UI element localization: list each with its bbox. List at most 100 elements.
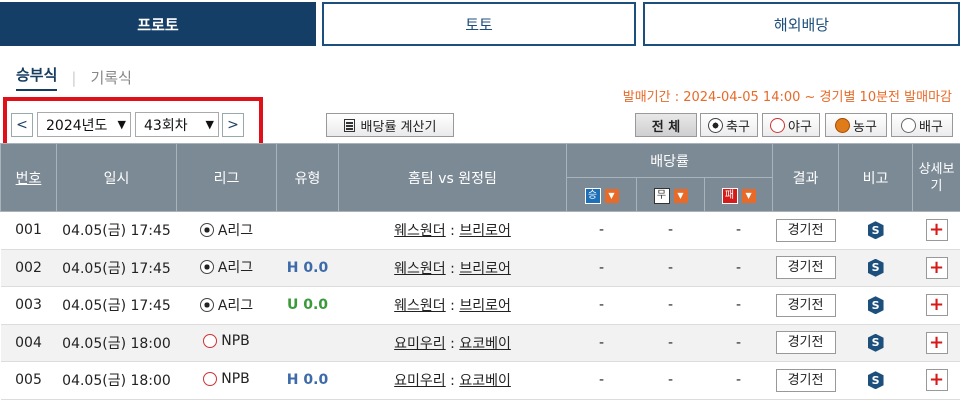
cell-odds-lose: - (704, 286, 773, 325)
filter-soccer-label: 축구 (726, 119, 750, 135)
subtab-divider: | (71, 68, 77, 87)
cell-odds-win: - (566, 211, 637, 250)
filter-volleyball-label: 배구 (919, 119, 943, 135)
away-team-link[interactable]: 브리로어 (459, 261, 511, 277)
year-select[interactable]: 2024년도 ▼ (37, 112, 131, 137)
cell-odds-draw: - (636, 286, 705, 325)
header-odds-lose[interactable]: 패 ▼ (703, 177, 774, 212)
cell-result: 경기전 (772, 286, 839, 325)
table-row: 002 04.05(금) 17:45 A리그 H 0.0 웨스원더 : 브리로어 - - - 경… (0, 249, 960, 287)
header-odds-draw[interactable]: 무 ▼ (636, 177, 705, 212)
result-button[interactable]: 경기전 (775, 218, 836, 242)
header-league: 리그 (176, 143, 277, 212)
league-name: A리그 (217, 297, 254, 314)
cell-odds-lose: - (704, 211, 773, 250)
win-label: 승 (584, 187, 601, 204)
filter-baseball-label: 야구 (788, 119, 812, 135)
cell-number: 002 (0, 249, 57, 287)
cell-match: 요미우리 : 요코베이 (338, 324, 567, 362)
away-team-link[interactable]: 브리로어 (459, 298, 511, 314)
tab-proto[interactable]: 프로토 (0, 2, 316, 46)
cell-type (276, 211, 339, 250)
detail-plus-button[interactable]: + (925, 369, 948, 392)
sort-down-icon: ▼ (673, 188, 688, 203)
cell-type: H 0.0 (276, 361, 339, 400)
away-team-link[interactable]: 요코베이 (459, 336, 511, 352)
s-badge-icon[interactable]: S (867, 221, 884, 240)
cell-number: 001 (0, 211, 57, 250)
cell-time: 04.05(금) 17:45 (56, 211, 177, 250)
cell-note: S (838, 324, 913, 362)
cell-detail: + (912, 361, 960, 400)
s-badge-icon[interactable]: S (867, 258, 884, 277)
league-name: NPB (221, 370, 250, 387)
filter-soccer-button[interactable]: 축구 (700, 113, 758, 137)
cell-odds-win: - (566, 286, 637, 325)
cell-league: NPB (176, 361, 277, 400)
filter-volleyball-button[interactable]: 배구 (891, 113, 953, 137)
filter-basketball-button[interactable]: 농구 (825, 113, 887, 137)
cell-number: 003 (0, 286, 57, 325)
cell-odds-draw: - (636, 324, 705, 362)
filter-basketball-label: 농구 (853, 119, 877, 135)
soccer-ball-icon (199, 222, 214, 237)
cell-type: U 0.0 (276, 286, 339, 325)
next-round-button[interactable]: > (222, 113, 244, 137)
match-table: 번호 일시 리그 유형 홈팀 vs 원정팀 배당률 결과 비고 상세보기 승 ▼ … (0, 143, 960, 400)
top-tabs: 프로토 토토 해외배당 (0, 0, 960, 48)
header-type: 유형 (276, 143, 339, 212)
subtab-record-type[interactable]: 기록식 (90, 67, 131, 88)
header-odds-win[interactable]: 승 ▼ (566, 177, 637, 212)
cell-result: 경기전 (772, 361, 839, 400)
home-team-link[interactable]: 요미우리 (394, 336, 446, 352)
cell-time: 04.05(금) 17:45 (56, 286, 177, 325)
cell-time: 04.05(금) 17:45 (56, 249, 177, 287)
cell-odds-lose: - (704, 361, 773, 400)
detail-plus-button[interactable]: + (925, 219, 948, 242)
home-team-link[interactable]: 웨스원더 (394, 223, 446, 239)
baseball-icon (203, 334, 218, 349)
filter-baseball-button[interactable]: 야구 (762, 113, 820, 137)
header-match: 홈팀 vs 원정팀 (338, 143, 567, 212)
s-badge-icon[interactable]: S (867, 371, 884, 390)
result-button[interactable]: 경기전 (775, 368, 836, 392)
cell-time: 04.05(금) 18:00 (56, 361, 177, 400)
cell-match: 웨스원더 : 브리로어 (338, 211, 567, 250)
cell-odds-win: - (566, 324, 637, 362)
detail-plus-button[interactable]: + (925, 294, 948, 317)
odds-calculator-button[interactable]: 배당률 계산기 (326, 113, 454, 137)
detail-plus-button[interactable]: + (925, 331, 948, 354)
result-button[interactable]: 경기전 (775, 293, 836, 317)
cell-odds-draw: - (636, 211, 705, 250)
subtab-win-type[interactable]: 승부식 (16, 64, 58, 91)
filter-all-button[interactable]: 전 체 (635, 113, 697, 137)
cell-odds-draw: - (636, 249, 705, 287)
cell-odds-lose: - (704, 324, 773, 362)
tab-overseas-odds[interactable]: 해외배당 (643, 2, 960, 46)
cell-result: 경기전 (772, 249, 839, 287)
prev-round-button[interactable]: < (11, 113, 33, 137)
header-result: 결과 (772, 143, 840, 212)
chevron-down-icon: ▼ (205, 118, 214, 131)
round-select[interactable]: 43회차 ▼ (135, 112, 219, 137)
header-time: 일시 (56, 143, 177, 212)
away-team-link[interactable]: 브리로어 (459, 223, 511, 239)
baseball-icon (203, 371, 218, 386)
tab-toto[interactable]: 토토 (322, 2, 636, 46)
result-button[interactable]: 경기전 (775, 256, 836, 280)
cell-result: 경기전 (772, 324, 839, 362)
home-team-link[interactable]: 웨스원더 (394, 261, 446, 277)
detail-plus-button[interactable]: + (925, 256, 948, 279)
result-button[interactable]: 경기전 (775, 331, 836, 355)
home-team-link[interactable]: 요미우리 (394, 373, 446, 389)
cell-number: 005 (0, 361, 57, 400)
away-team-link[interactable]: 요코베이 (459, 373, 511, 389)
s-badge-icon[interactable]: S (867, 333, 884, 352)
s-badge-icon[interactable]: S (867, 296, 884, 315)
soccer-ball-icon (199, 297, 214, 312)
sort-down-icon: ▼ (741, 188, 756, 203)
cell-match: 요미우리 : 요코베이 (338, 361, 567, 400)
cell-type: H 0.0 (276, 249, 339, 287)
home-team-link[interactable]: 웨스원더 (394, 298, 446, 314)
header-number[interactable]: 번호 (0, 143, 57, 212)
